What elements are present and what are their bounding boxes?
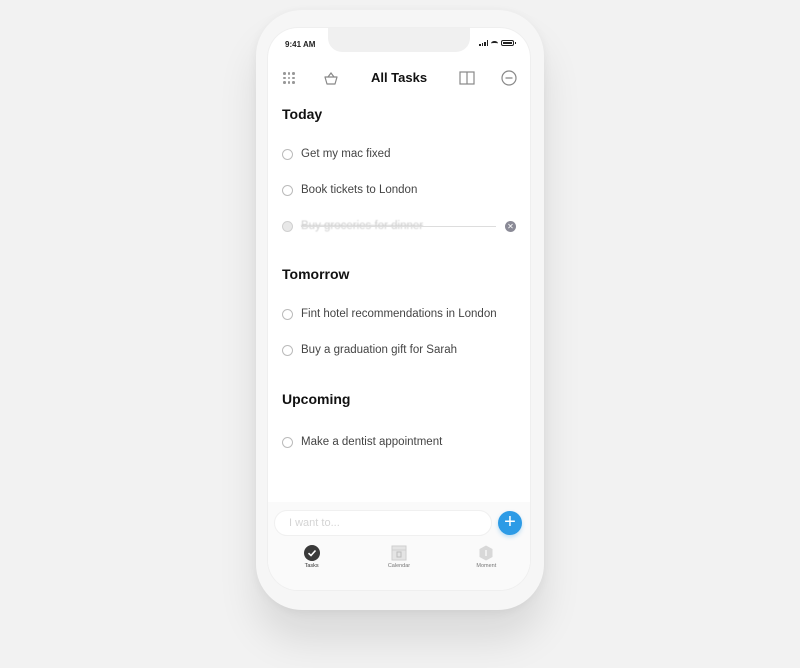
checkbox-icon[interactable] [282, 308, 293, 320]
tab-tasks[interactable]: Tasks [282, 544, 342, 580]
task-list: Today Get my mac fixed Book tickets to L… [282, 106, 516, 460]
checkbox-icon[interactable] [282, 184, 293, 196]
section-title: Today [282, 106, 323, 122]
status-time: 9:41 AM [285, 40, 316, 49]
section-upcoming: Upcoming Make a dentist appointment [282, 391, 516, 460]
delete-icon[interactable]: ✕ [505, 220, 516, 232]
section-title: Tomorrow [282, 266, 350, 282]
battery-icon [501, 40, 516, 46]
section-tomorrow: Tomorrow Fint hotel recommendations in L… [282, 266, 516, 368]
task-label: Book tickets to London [301, 184, 418, 196]
section-title: Upcoming [282, 391, 351, 407]
task-item[interactable]: Fint hotel recommendations in London [282, 296, 516, 332]
bottom-panel: + Tasks Calendar Moment [268, 502, 530, 590]
hexagon-icon [478, 544, 495, 561]
tab-label: Moment [476, 563, 497, 569]
checkbox-icon[interactable] [282, 148, 293, 160]
tab-label: Calendar [387, 563, 411, 569]
status-icons [479, 40, 516, 46]
task-label: Make a dentist appointment [301, 436, 443, 448]
status-bar: 9:41 AM [268, 28, 530, 58]
tab-label: Tasks [304, 563, 319, 569]
task-item[interactable]: Buy a graduation gift for Sarah [282, 332, 516, 368]
task-label: Fint hotel recommendations in London [301, 308, 497, 320]
book-icon[interactable] [456, 67, 478, 89]
tab-calendar[interactable]: Calendar [369, 544, 429, 580]
section-today: Today Get my mac fixed Book tickets to L… [282, 106, 516, 244]
tab-bar: Tasks Calendar Moment [268, 544, 530, 580]
strike-line [301, 226, 496, 227]
task-item-completed[interactable]: Buy groceries for dinner ✕ [282, 208, 516, 244]
minus-circle-icon[interactable] [498, 67, 520, 89]
calendar-icon [390, 544, 407, 561]
checked-icon[interactable] [282, 220, 293, 232]
signal-icon [479, 40, 488, 46]
page-title: All Tasks [370, 70, 428, 85]
phone-screen: 9:41 AM All Tasks Today Get my mac fixed… [268, 28, 530, 590]
task-label: Get my mac fixed [301, 148, 391, 160]
new-task-input[interactable] [274, 510, 492, 536]
header: All Tasks [268, 64, 530, 92]
task-item[interactable]: Make a dentist appointment [282, 424, 516, 460]
checkbox-icon[interactable] [282, 344, 293, 356]
task-item[interactable]: Book tickets to London [282, 172, 516, 208]
notch [328, 28, 470, 52]
tab-moment[interactable]: Moment [456, 544, 516, 580]
task-item[interactable]: Get my mac fixed [282, 136, 516, 172]
composer: + [274, 510, 522, 536]
check-circle-icon [303, 544, 320, 561]
wifi-icon [491, 40, 498, 46]
checkbox-icon[interactable] [282, 436, 293, 448]
task-label: Buy a graduation gift for Sarah [301, 344, 457, 356]
add-task-button[interactable]: + [498, 511, 522, 535]
